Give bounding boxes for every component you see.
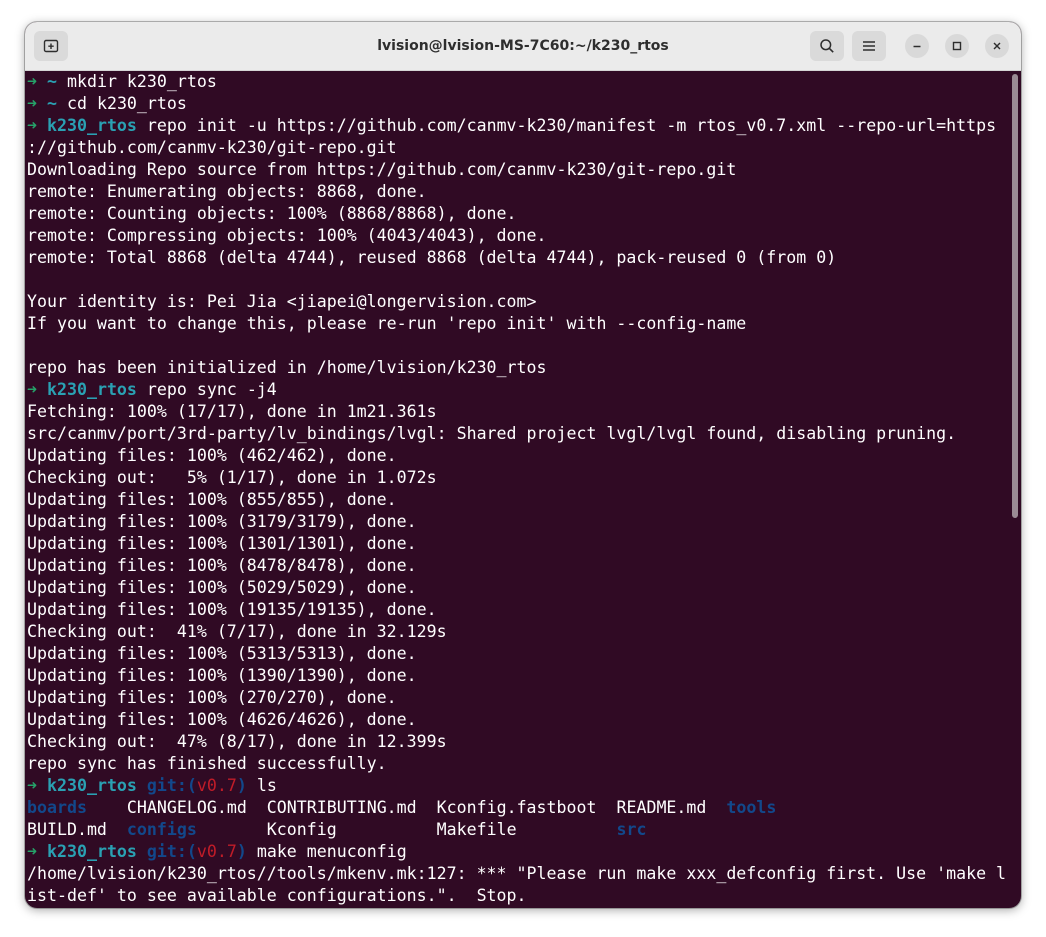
ls-entry-file: Kconfig.fastboot — [436, 798, 597, 817]
output-line: Updating files: 100% (462/462), done. — [27, 446, 397, 465]
ls-entry-directory: tools — [726, 798, 777, 817]
output-line: Updating files: 100% (19135/19135), done… — [27, 600, 437, 619]
prompt-arrow: ➜ — [27, 116, 37, 135]
output-line: Fetching: 100% (17/17), done in 1m21.361… — [27, 402, 437, 421]
command-text: mkdir k230_rtos — [57, 72, 217, 91]
ls-entry-directory: boards — [27, 798, 87, 817]
prompt-dir: k230_rtos — [47, 842, 137, 861]
ls-entry-directory: configs — [126, 820, 197, 839]
ls-entry-directory: src — [616, 820, 647, 839]
output-line: repo has been initialized in /home/lvisi… — [27, 358, 547, 377]
git-label-close: ) — [236, 842, 247, 861]
window-title: lvision@lvision-MS-7C60:~/k230_rtos — [377, 38, 669, 54]
close-icon — [992, 41, 1002, 51]
terminal-line: ➜ k230_rtos repo sync -j4 — [27, 379, 1009, 401]
prompt-arrow: ➜ — [27, 776, 37, 795]
maximize-button[interactable] — [945, 34, 969, 58]
ls-output-row: BUILD.md configs Kconfig Makefile src — [27, 819, 1009, 841]
close-button[interactable] — [985, 34, 1009, 58]
ls-output-row: boards CHANGELOG.md CONTRIBUTING.md Kcon… — [27, 797, 1009, 819]
command-text: cd k230_rtos — [57, 94, 187, 113]
command-text: repo sync -j4 — [136, 380, 277, 399]
output-line: /home/lvision/k230_rtos//tools/mkenv.mk:… — [27, 864, 1007, 883]
git-label-close: ) — [236, 776, 247, 795]
prompt-dir: k230_rtos — [47, 116, 137, 135]
prompt-arrow: ➜ — [27, 842, 37, 861]
output-line: repo sync has finished successfully. — [27, 754, 387, 773]
ls-entry-file: CONTRIBUTING.md — [266, 798, 417, 817]
ls-entry-file: BUILD.md — [27, 820, 107, 839]
git-branch: v0.7 — [196, 776, 237, 795]
output-line: Updating files: 100% (1301/1301), done. — [27, 534, 417, 553]
output-line: Updating files: 100% (3179/3179), done. — [27, 512, 417, 531]
command-text: make menuconfig — [246, 842, 407, 861]
search-icon — [819, 38, 835, 54]
terminal-line: ➜ k230_rtos git:(v0.7) ls — [27, 775, 1009, 797]
new-tab-icon — [43, 38, 59, 54]
output-line: Checking out: 47% (8/17), done in 12.399… — [27, 732, 447, 751]
scrollbar-thumb[interactable] — [1012, 74, 1018, 518]
output-line: Downloading Repo source from https://git… — [27, 160, 737, 179]
maximize-icon — [952, 41, 962, 51]
terminal-line: ➜ k230_rtos repo init -u https://github.… — [27, 115, 1009, 137]
output-line: ://github.com/canmv-k230/git-repo.git — [27, 138, 397, 157]
git-label: git:( — [146, 776, 197, 795]
prompt-dir: ~ — [47, 94, 57, 113]
output-line: remote: Total 8868 (delta 4744), reused … — [27, 248, 837, 267]
prompt-arrow: ➜ — [27, 94, 37, 113]
output-line: Updating files: 100% (4626/4626), done. — [27, 710, 417, 729]
terminal-line: ➜ k230_rtos git:(v0.7) make menuconfig — [27, 841, 1009, 863]
output-line: remote: Compressing objects: 100% (4043/… — [27, 226, 547, 245]
minimize-icon — [912, 41, 922, 51]
output-line: Updating files: 100% (8478/8478), done. — [27, 556, 417, 575]
ls-entry-file: CHANGELOG.md — [126, 798, 247, 817]
minimize-button[interactable] — [905, 34, 929, 58]
prompt-arrow: ➜ — [27, 380, 37, 399]
ls-entry-file: Makefile — [436, 820, 517, 839]
output-line: Updating files: 100% (270/270), done. — [27, 688, 397, 707]
output-line: remote: Enumerating objects: 8868, done. — [27, 182, 427, 201]
output-line: Checking out: 5% (1/17), done in 1.072s — [27, 468, 437, 487]
new-tab-button[interactable] — [34, 31, 68, 61]
prompt-dir: k230_rtos — [47, 380, 137, 399]
output-line: Updating files: 100% (5313/5313), done. — [27, 644, 417, 663]
git-label: git:( — [146, 842, 197, 861]
title-bar[interactable]: lvision@lvision-MS-7C60:~/k230_rtos — [25, 22, 1021, 71]
output-line: src/canmv/port/3rd-party/lv_bindings/lvg… — [27, 424, 957, 443]
command-text: ls — [246, 776, 277, 795]
output-line: ist-def' to see available configurations… — [27, 886, 527, 905]
prompt-dir: ~ — [47, 72, 57, 91]
output-line: Your identity is: Pei Jia <jiapei@longer… — [27, 292, 537, 311]
output-line: remote: Counting objects: 100% (8868/886… — [27, 204, 517, 223]
ls-entry-file: Kconfig — [266, 820, 337, 839]
terminal-window: lvision@lvision-MS-7C60:~/k230_rtos ➜ ~ … — [25, 22, 1021, 908]
scrollbar[interactable] — [1012, 74, 1018, 904]
hamburger-menu-icon — [862, 40, 876, 52]
output-line: Updating files: 100% (5029/5029), done. — [27, 578, 417, 597]
prompt-dir: k230_rtos — [47, 776, 137, 795]
terminal-line: ➜ ~ cd k230_rtos — [27, 93, 1009, 115]
output-line: If you want to change this, please re-ru… — [27, 314, 747, 333]
ls-entry-file: README.md — [616, 798, 707, 817]
output-line: Updating files: 100% (1390/1390), done. — [27, 666, 417, 685]
output-line: Updating files: 100% (855/855), done. — [27, 490, 397, 509]
terminal-output[interactable]: ➜ ~ mkdir k230_rtos ➜ ~ cd k230_rtos ➜ k… — [27, 71, 1009, 908]
output-line: Checking out: 41% (7/17), done in 32.129… — [27, 622, 447, 641]
search-button[interactable] — [810, 31, 844, 61]
git-branch: v0.7 — [196, 842, 237, 861]
menu-button[interactable] — [852, 31, 886, 61]
command-text: repo init -u https://github.com/canmv-k2… — [136, 116, 997, 135]
prompt-arrow: ➜ — [27, 72, 37, 91]
terminal-line: ➜ ~ mkdir k230_rtos — [27, 71, 1009, 93]
